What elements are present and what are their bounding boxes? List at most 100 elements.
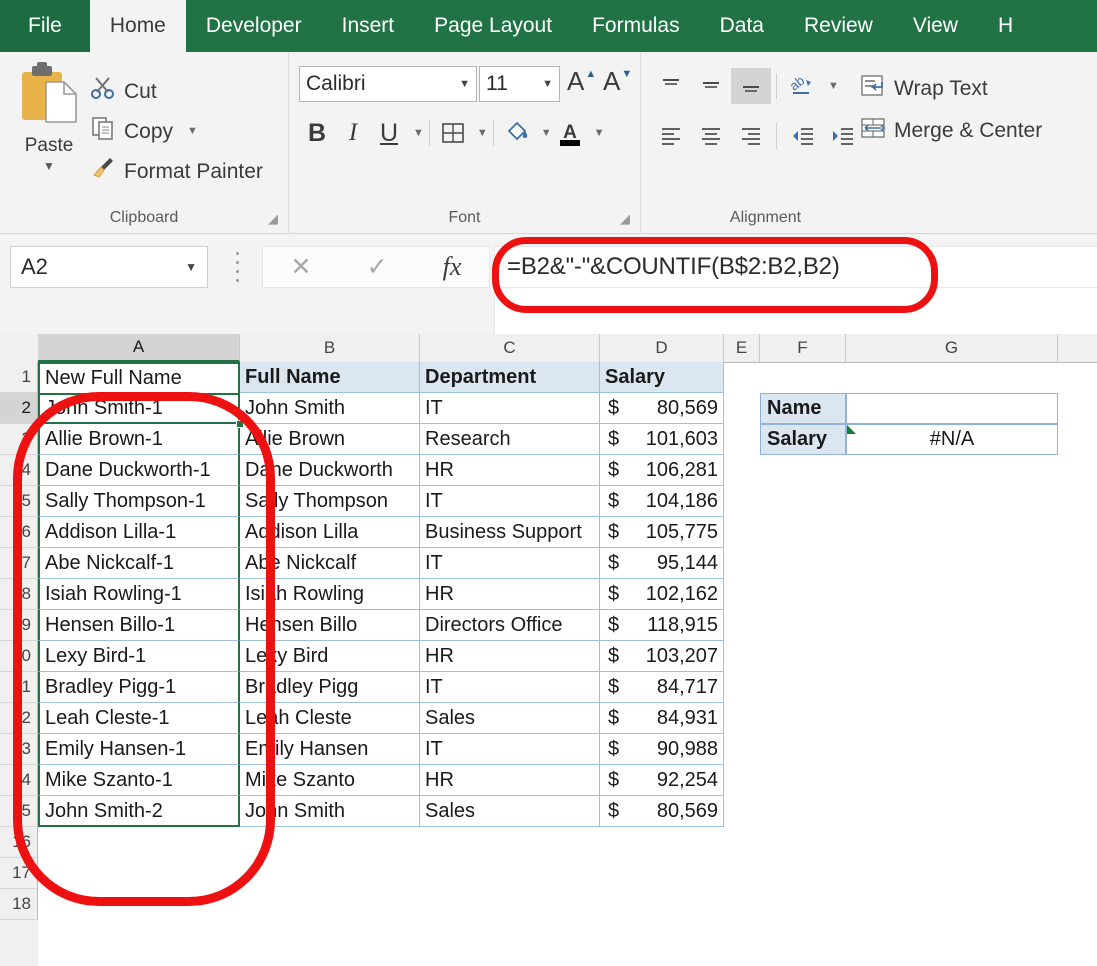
chevron-down-icon[interactable]: ▼ [542,78,553,90]
cell-b13[interactable]: Emily Hansen [240,734,420,765]
cell-d3[interactable]: $101,603 [600,424,724,455]
cell-c3[interactable]: Research [420,424,600,455]
cell-c4[interactable]: HR [420,455,600,486]
cell-d8[interactable]: $102,162 [600,579,724,610]
tab-help[interactable]: H [978,0,1033,52]
cell-b4[interactable]: Dane Duckworth [240,455,420,486]
align-top-button[interactable] [651,68,691,104]
tab-insert[interactable]: Insert [322,0,415,52]
cell-c6[interactable]: Business Support [420,517,600,548]
cell-a1[interactable]: New Full Name [38,362,240,393]
row-header-4[interactable]: 4 [0,455,38,486]
align-right-button[interactable] [731,118,771,154]
lookup-salary-label[interactable]: Salary [760,424,846,455]
font-color-dropdown-caret[interactable]: ▼ [594,127,605,139]
column-header-b[interactable]: B [240,334,420,362]
row-header-16[interactable]: 16 [0,827,38,858]
cell-d11[interactable]: $84,717 [600,672,724,703]
cell-d4[interactable]: $106,281 [600,455,724,486]
row-header-7[interactable]: 7 [0,548,38,579]
cell-c9[interactable]: Directors Office [420,610,600,641]
borders-dropdown-caret[interactable]: ▼ [477,127,488,139]
clipboard-dialog-launcher-icon[interactable]: ◢ [268,213,280,225]
row-header-5[interactable]: 5 [0,486,38,517]
row-header-18[interactable]: 18 [0,889,38,920]
cell-b1[interactable]: Full Name [240,362,420,393]
cell-a14[interactable]: Mike Szanto-1 [38,765,240,796]
cell-a3[interactable]: Allie Brown-1 [38,424,240,455]
row-header-14[interactable]: 14 [0,765,38,796]
lookup-name-label[interactable]: Name [760,393,846,424]
chevron-down-icon[interactable]: ▼ [185,260,197,274]
cell-c1[interactable]: Department [420,362,600,393]
column-header-e[interactable]: E [724,334,760,362]
cell-b7[interactable]: Abe Nickcalf [240,548,420,579]
cell-b2[interactable]: John Smith [240,393,420,424]
cell-d1[interactable]: Salary [600,362,724,393]
column-header-a[interactable]: A [38,334,240,362]
tab-view[interactable]: View [893,0,978,52]
row-header-10[interactable]: 10 [0,641,38,672]
merge-center-button[interactable]: Merge & Center [859,110,1042,152]
paste-dropdown-caret[interactable]: ▼ [43,159,55,173]
selected-cell-a2[interactable]: John Smith-1 [38,393,240,424]
row-header-17[interactable]: 17 [0,858,38,889]
align-center-button[interactable] [691,118,731,154]
cell-a4[interactable]: Dane Duckworth-1 [38,455,240,486]
cell-b15[interactable]: John Smith [240,796,420,827]
lookup-salary-value[interactable]: #N/A [846,424,1058,455]
column-header-h[interactable] [1058,334,1097,362]
tab-page-layout[interactable]: Page Layout [414,0,572,52]
name-box[interactable]: A2 ▼ [10,246,208,288]
column-header-c[interactable]: C [420,334,600,362]
cut-button[interactable]: Cut [90,74,157,108]
row-header-6[interactable]: 6 [0,517,38,548]
align-bottom-button[interactable] [731,68,771,104]
decrease-indent-button[interactable] [782,118,822,154]
tab-home[interactable]: Home [90,0,186,52]
cell-b3[interactable]: Allie Brown [240,424,420,455]
copy-dropdown-caret[interactable]: ▼ [187,125,198,137]
cell-d5[interactable]: $104,186 [600,486,724,517]
paste-button[interactable]: Paste ▼ [10,62,88,192]
row-header-13[interactable]: 13 [0,734,38,765]
row-header-15[interactable]: 15 [0,796,38,827]
increase-indent-button[interactable] [822,118,862,154]
tab-formulas[interactable]: Formulas [572,0,700,52]
increase-font-size-button[interactable]: A▲ [567,66,596,97]
cell-d13[interactable]: $90,988 [600,734,724,765]
cell-a6[interactable]: Addison Lilla-1 [38,517,240,548]
cell-b5[interactable]: Sally Thompson [240,486,420,517]
enter-icon[interactable]: ✓ [367,252,388,282]
cell-c10[interactable]: HR [420,641,600,672]
cell-c7[interactable]: IT [420,548,600,579]
cell-a8[interactable]: Isiah Rowling-1 [38,579,240,610]
cell-b11[interactable]: Bradley Pigg [240,672,420,703]
cell-a11[interactable]: Bradley Pigg-1 [38,672,240,703]
insert-function-icon[interactable]: fx [443,252,462,282]
lookup-name-value[interactable] [846,393,1058,424]
cell-d14[interactable]: $92,254 [600,765,724,796]
underline-button[interactable]: U [371,114,407,152]
cell-d9[interactable]: $118,915 [600,610,724,641]
cell-a13[interactable]: Emily Hansen-1 [38,734,240,765]
cancel-icon[interactable]: ✕ [291,252,312,282]
cell-a15[interactable]: John Smith-2 [38,796,240,827]
row-header-11[interactable]: 11 [0,672,38,703]
cell-d7[interactable]: $95,144 [600,548,724,579]
wrap-text-button[interactable]: Wrap Text [859,68,1042,110]
format-painter-button[interactable]: Format Painter [90,154,263,188]
orientation-button[interactable]: ab [782,68,822,104]
orientation-dropdown-caret[interactable]: ▼ [828,80,839,92]
cell-c15[interactable]: Sales [420,796,600,827]
tab-developer[interactable]: Developer [186,0,322,52]
fill-handle[interactable] [236,420,244,428]
cell-a9[interactable]: Hensen Billo-1 [38,610,240,641]
fill-color-button[interactable] [499,114,535,152]
cell-b8[interactable]: Isiah Rowling [240,579,420,610]
row-header-1[interactable]: 1 [0,362,38,393]
column-header-g[interactable]: G [846,334,1058,362]
formula-bar-grip[interactable] [232,252,242,282]
cell-d12[interactable]: $84,931 [600,703,724,734]
formula-input[interactable]: =B2&"-"&COUNTIF(B$2:B2,B2) [494,246,1097,288]
